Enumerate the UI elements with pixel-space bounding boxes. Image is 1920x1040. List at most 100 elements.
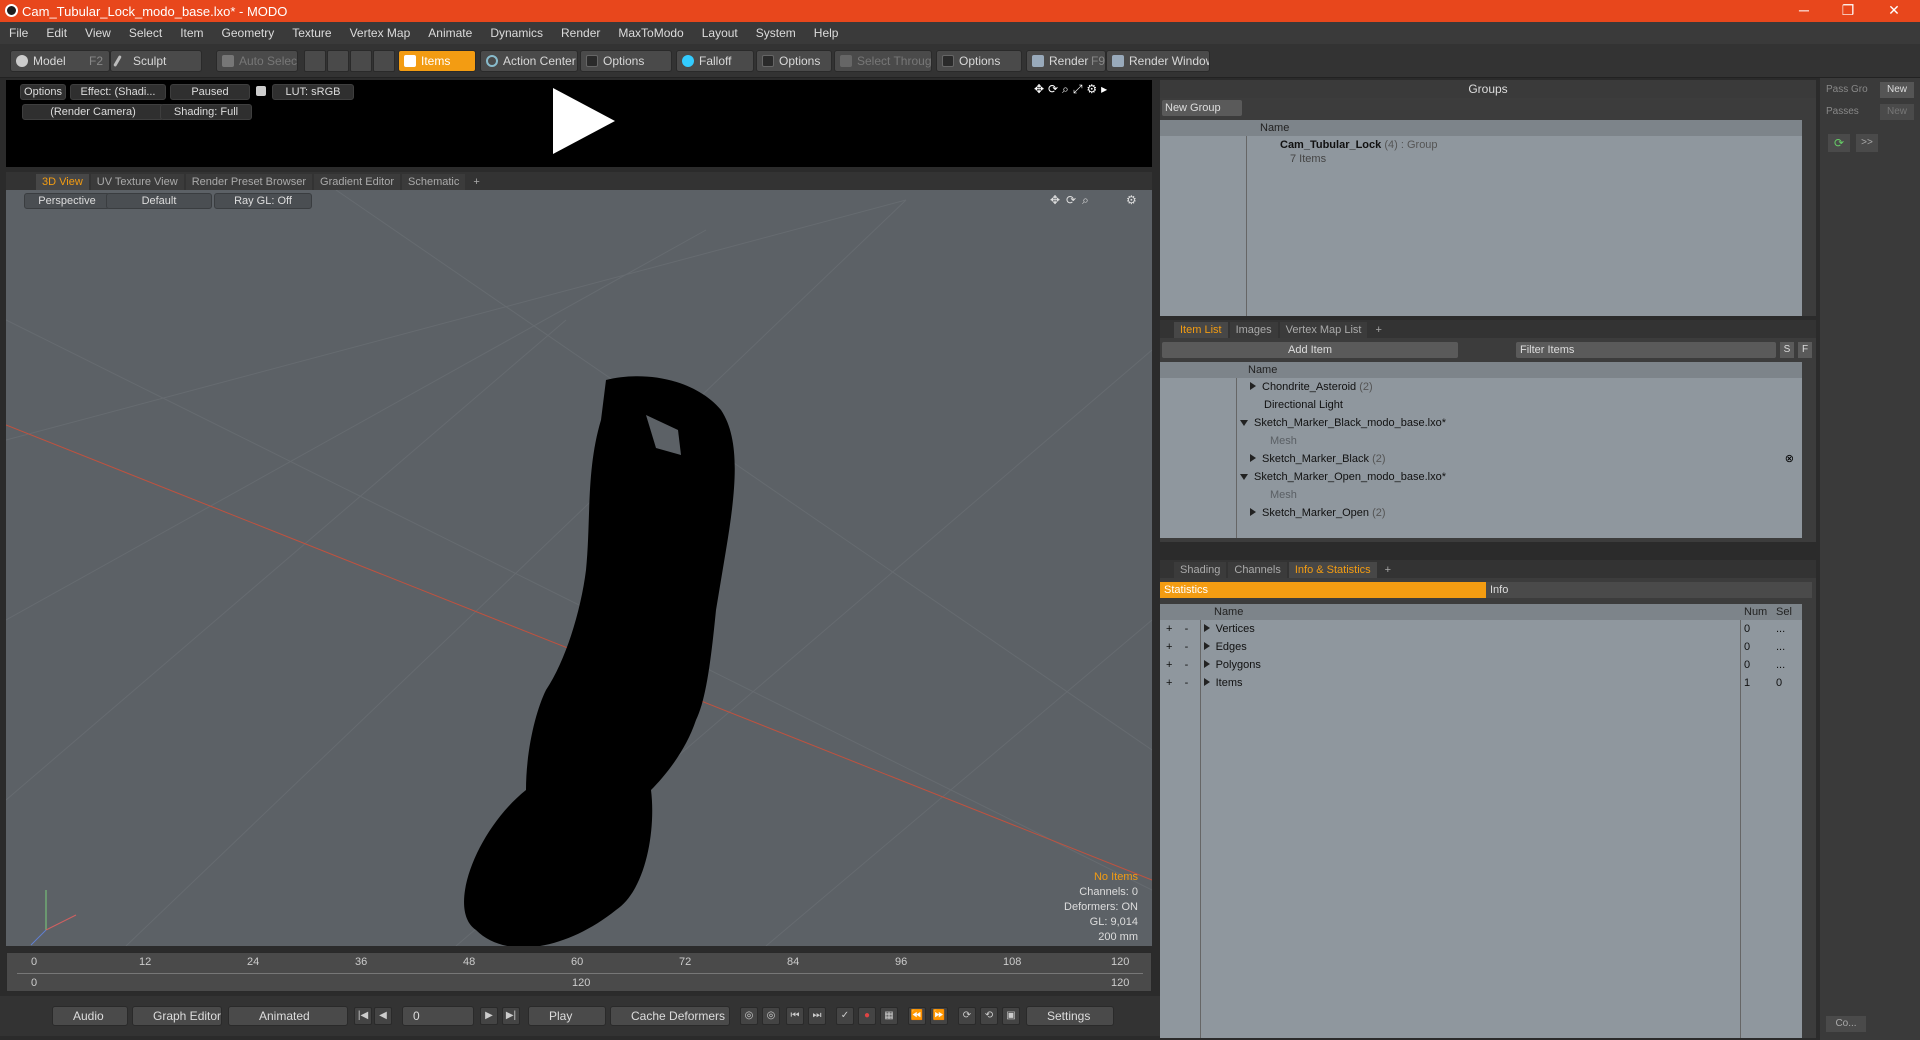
item-row-sketch-open-scene[interactable]: Sketch_Marker_Open_modo_base.lxo* [1240,468,1446,486]
go-to-end-button[interactable]: ▶| [502,1007,520,1025]
expand-button[interactable]: >> [1856,134,1878,152]
menu-select[interactable]: Select [120,26,171,40]
new-pass-button[interactable]: New [1880,104,1914,120]
tab-uv-texture-view[interactable]: UV Texture View [90,174,184,190]
select-through-button[interactable]: Select Through [834,50,932,72]
repeat-icon[interactable]: ⟲ [980,1007,998,1025]
items-mode-button[interactable]: Items [398,50,476,72]
maximize-button[interactable]: ❐ [1826,0,1870,22]
lock-icon[interactable] [256,86,266,96]
perspective-dropdown[interactable]: Perspective [24,193,110,209]
preview-options-button[interactable]: Options [20,84,66,100]
menu-geometry[interactable]: Geometry [213,26,284,40]
statistics-subtab[interactable]: Statistics [1160,582,1486,598]
menu-maxtomodo[interactable]: MaxToModo [609,26,692,40]
next-key-button[interactable]: ▶ [480,1007,498,1025]
frame-field[interactable]: 0 [402,1006,474,1026]
menu-system[interactable]: System [747,26,805,40]
preview-paused-button[interactable]: Paused [170,84,250,100]
menu-render[interactable]: Render [552,26,609,40]
loop-icon[interactable]: ⟳ [958,1007,976,1025]
play-icon[interactable] [553,88,615,154]
action-center-options-button[interactable]: Options [580,50,672,72]
motion-icon[interactable]: ◎ [762,1007,780,1025]
skip-icon[interactable]: ⏭ [808,1007,826,1025]
select-materials-button[interactable] [373,50,395,72]
auto-select-button[interactable]: Auto Select [216,50,298,72]
f-button[interactable]: F [1798,342,1812,358]
tab-info-statistics[interactable]: Info & Statistics [1288,562,1377,578]
tab-vertex-map-list[interactable]: Vertex Map List [1279,322,1368,338]
stat-row-vertices[interactable]: + - Vertices 0... [1166,620,1802,638]
cache-deformers-button[interactable]: Cache Deformers [610,1006,730,1026]
add-tab-button[interactable]: + [1369,322,1387,338]
add-tab-button[interactable]: + [467,174,485,190]
play-button[interactable]: Play [528,1006,606,1026]
viewport-nav-icons[interactable]: ✥⟳⌕ [1050,193,1095,208]
menu-view[interactable]: View [76,26,120,40]
prev-key-button[interactable]: ◀ [374,1007,392,1025]
graph-editor-button[interactable]: Graph Editor [132,1006,222,1026]
render-window-button[interactable]: Render Window [1106,50,1210,72]
audio-button[interactable]: Audio [52,1006,128,1026]
preview-nav-icons[interactable]: ✥⟳⌕⤢⚙▸ [1034,82,1111,97]
tab-render-preset-browser[interactable]: Render Preset Browser [185,174,313,190]
lut-dropdown[interactable]: LUT: sRGB [272,84,354,100]
preview-effect-dropdown[interactable]: Effect: (Shadi... [70,84,166,100]
key-filter-icon[interactable]: ▦ [880,1007,898,1025]
s-button[interactable]: S [1780,342,1794,358]
menu-edit[interactable]: Edit [37,26,76,40]
tab-3d-view[interactable]: 3D View [36,174,89,190]
viewport-settings-icon[interactable]: ⚙ [1126,193,1137,207]
falloff-options-button[interactable]: Options [756,50,832,72]
default-dropdown[interactable]: Default [106,193,212,209]
tab-images[interactable]: Images [1229,322,1278,338]
item-list[interactable]: Name Chondrite_Asteroid (2) Directional … [1160,362,1802,538]
action-center-button[interactable]: Action Center [480,50,578,72]
skip-back-icon[interactable]: ⏮ [786,1007,804,1025]
lock-mesh[interactable] [464,376,735,946]
menu-layout[interactable]: Layout [693,26,747,40]
info-subtab[interactable]: Info [1486,582,1812,598]
render-camera-dropdown[interactable]: (Render Camera) [22,104,164,120]
select-edges-button[interactable] [327,50,349,72]
menu-dynamics[interactable]: Dynamics [481,26,552,40]
3d-viewport[interactable]: No Items Channels: 0 Deformers: ON GL: 9… [6,190,1152,946]
tab-channels[interactable]: Channels [1228,562,1287,578]
key-icon[interactable]: ◎ [740,1007,758,1025]
stat-row-edges[interactable]: + - Edges 0... [1166,638,1802,656]
stat-row-items[interactable]: + - Items 1 0 [1166,674,1802,692]
item-row-directional-light[interactable]: Directional Light [1264,396,1343,414]
tab-item-list[interactable]: Item List [1174,322,1228,338]
select-vertices-button[interactable] [304,50,326,72]
auto-key-icon[interactable]: ✓ [836,1007,854,1025]
render-button[interactable]: Render F9 [1026,50,1106,72]
menu-animate[interactable]: Animate [419,26,481,40]
item-row-sketch-open[interactable]: Sketch_Marker_Open (2) [1250,504,1386,522]
refresh-icon[interactable]: ⟳ [1828,134,1850,152]
close-icon[interactable]: ⊗ [1785,450,1794,468]
menu-vertex-map[interactable]: Vertex Map [341,26,420,40]
new-group-button[interactable]: New Group [1162,100,1242,116]
add-tab-button[interactable]: + [1379,562,1397,578]
menu-help[interactable]: Help [805,26,848,40]
menu-item[interactable]: Item [171,26,212,40]
co-button[interactable]: Co... [1826,1016,1866,1032]
select-through-options-button[interactable]: Options [936,50,1022,72]
prev-frame-icon[interactable]: ⏪ [908,1007,926,1025]
item-row-mesh[interactable]: Mesh [1270,432,1297,450]
snap-icon[interactable]: ▣ [1002,1007,1020,1025]
close-button[interactable]: ✕ [1872,0,1916,22]
next-frame-icon[interactable]: ⏩ [930,1007,948,1025]
stat-row-polygons[interactable]: + - Polygons 0... [1166,656,1802,674]
menu-file[interactable]: File [0,26,37,40]
raygl-dropdown[interactable]: Ray GL: Off [214,193,312,209]
model-mode-button[interactable]: Model F2 [10,50,110,72]
item-row-mesh-2[interactable]: Mesh [1270,486,1297,504]
groups-list[interactable]: Name Cam_Tubular_Lock (4) : Group 7 Item… [1160,120,1802,316]
filter-items-input[interactable]: Filter Items [1516,342,1776,358]
animated-dropdown[interactable]: Animated [228,1006,348,1026]
tab-gradient-editor[interactable]: Gradient Editor [314,174,400,190]
shading-dropdown[interactable]: Shading: Full [160,104,252,120]
new-pass-group-button[interactable]: New [1880,82,1914,98]
